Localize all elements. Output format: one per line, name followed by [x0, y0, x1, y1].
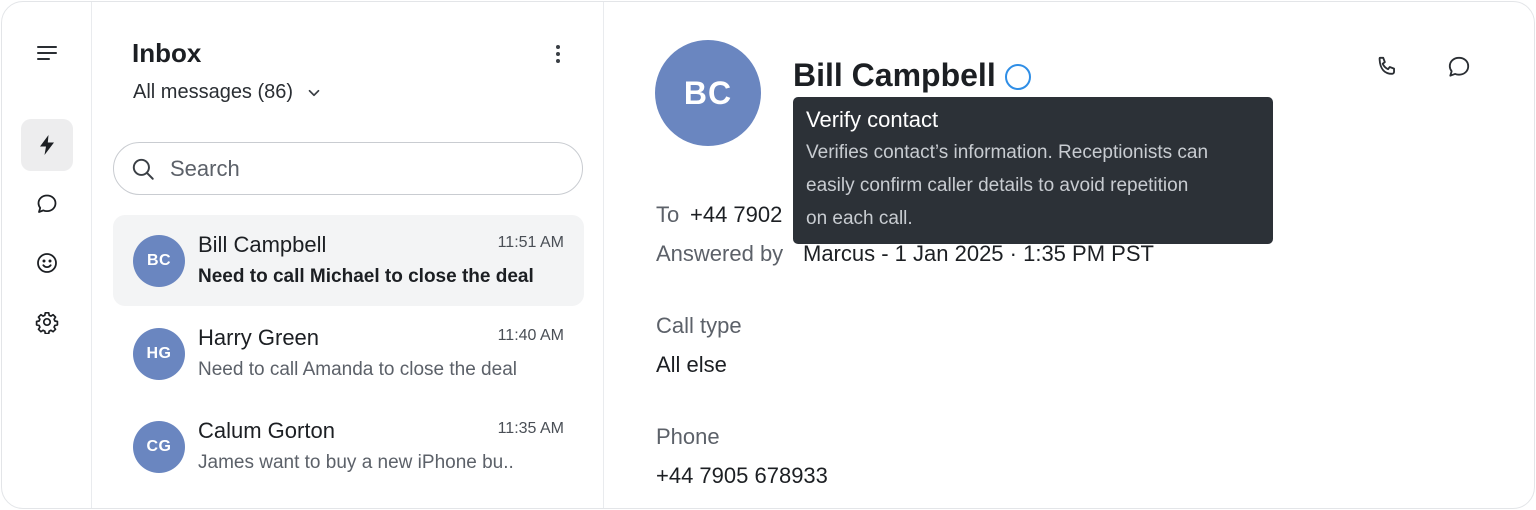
conversation-time: 11:35 AM: [497, 420, 564, 437]
nav-contacts-button[interactable]: [21, 237, 73, 289]
nav-rail: [2, 2, 92, 508]
answered-by-value: Marcus - 1 Jan 2025 · 1:35 PM PST: [803, 241, 1154, 266]
menu-button[interactable]: [21, 27, 73, 79]
smiley-icon: [37, 253, 57, 273]
avatar: HG: [133, 328, 185, 380]
contact-detail-panel: BC Bill Campbell To +44 7902 Answered by…: [604, 2, 1534, 508]
menu-icon: [37, 46, 57, 60]
search-box[interactable]: [113, 142, 583, 195]
conversation-item[interactable]: CG Calum Gorton 11:35 AM James want to b…: [113, 401, 584, 492]
inbox-panel: Inbox All messages (86) BC Bill Campbell…: [92, 2, 604, 508]
nav-settings-button[interactable]: [21, 296, 73, 348]
phone-icon: [1378, 56, 1395, 75]
tooltip-line: on each call.: [806, 208, 913, 229]
conversation-name: Harry Green: [198, 325, 320, 350]
verify-contact-tooltip: Verify contact Verifies contact’s inform…: [793, 97, 1273, 244]
call-type-value: All else: [656, 352, 727, 377]
conversation-preview: Need to call Michael to close the deal: [198, 266, 534, 287]
answered-by-label: Answered by: [656, 241, 784, 266]
tooltip-title: Verify contact: [806, 107, 939, 132]
conversation-time: 11:51 AM: [497, 234, 564, 251]
nav-messages-button[interactable]: [21, 178, 73, 230]
call-button[interactable]: [1374, 54, 1400, 80]
app-window: Inbox All messages (86) BC Bill Campbell…: [1, 1, 1535, 509]
to-value: +44 7902: [690, 202, 783, 227]
phone-value: +44 7905 678933: [656, 463, 828, 488]
search-icon: [132, 158, 154, 180]
avatar: CG: [133, 421, 185, 473]
to-label: To: [656, 202, 680, 227]
conversation-time: 11:40 AM: [497, 327, 564, 344]
tooltip-line: Verifies contact’s information. Receptio…: [806, 142, 1209, 163]
search-input[interactable]: [170, 155, 550, 182]
tooltip-body: Verifies contact’s information. Receptio…: [806, 136, 1260, 235]
conversation-name: Bill Campbell: [198, 232, 327, 257]
lightning-icon: [40, 135, 54, 155]
contact-name: Bill Campbell: [793, 57, 996, 93]
conversation-item[interactable]: BC Bill Campbell 11:51 AM Need to call M…: [113, 215, 584, 306]
verify-contact-button[interactable]: [1005, 64, 1031, 90]
filter-label: All messages (86): [133, 81, 294, 103]
conversation-item[interactable]: HG Harry Green 11:40 AM Need to call Ama…: [113, 308, 584, 399]
more-options-icon[interactable]: [548, 42, 568, 66]
conversation-name: Calum Gorton: [198, 418, 335, 443]
phone-label: Phone: [656, 424, 720, 449]
chevron-down-icon: [308, 89, 320, 96]
tooltip-line: easily confirm caller details to avoid r…: [806, 175, 1189, 196]
contact-avatar: BC: [655, 40, 761, 146]
conversation-preview: James want to buy a new iPhone bu..: [198, 452, 514, 473]
message-button[interactable]: [1446, 54, 1472, 80]
inbox-title: Inbox: [132, 38, 202, 68]
avatar: BC: [133, 235, 185, 287]
nav-activity-button[interactable]: [21, 119, 73, 171]
chat-bubble-icon: [37, 194, 57, 213]
message-icon: [1448, 56, 1470, 77]
conversation-preview: Need to call Amanda to close the deal: [198, 359, 517, 380]
gear-icon: [35, 311, 59, 334]
message-filter-dropdown[interactable]: All messages (86): [133, 81, 323, 104]
call-type-label: Call type: [656, 313, 742, 338]
